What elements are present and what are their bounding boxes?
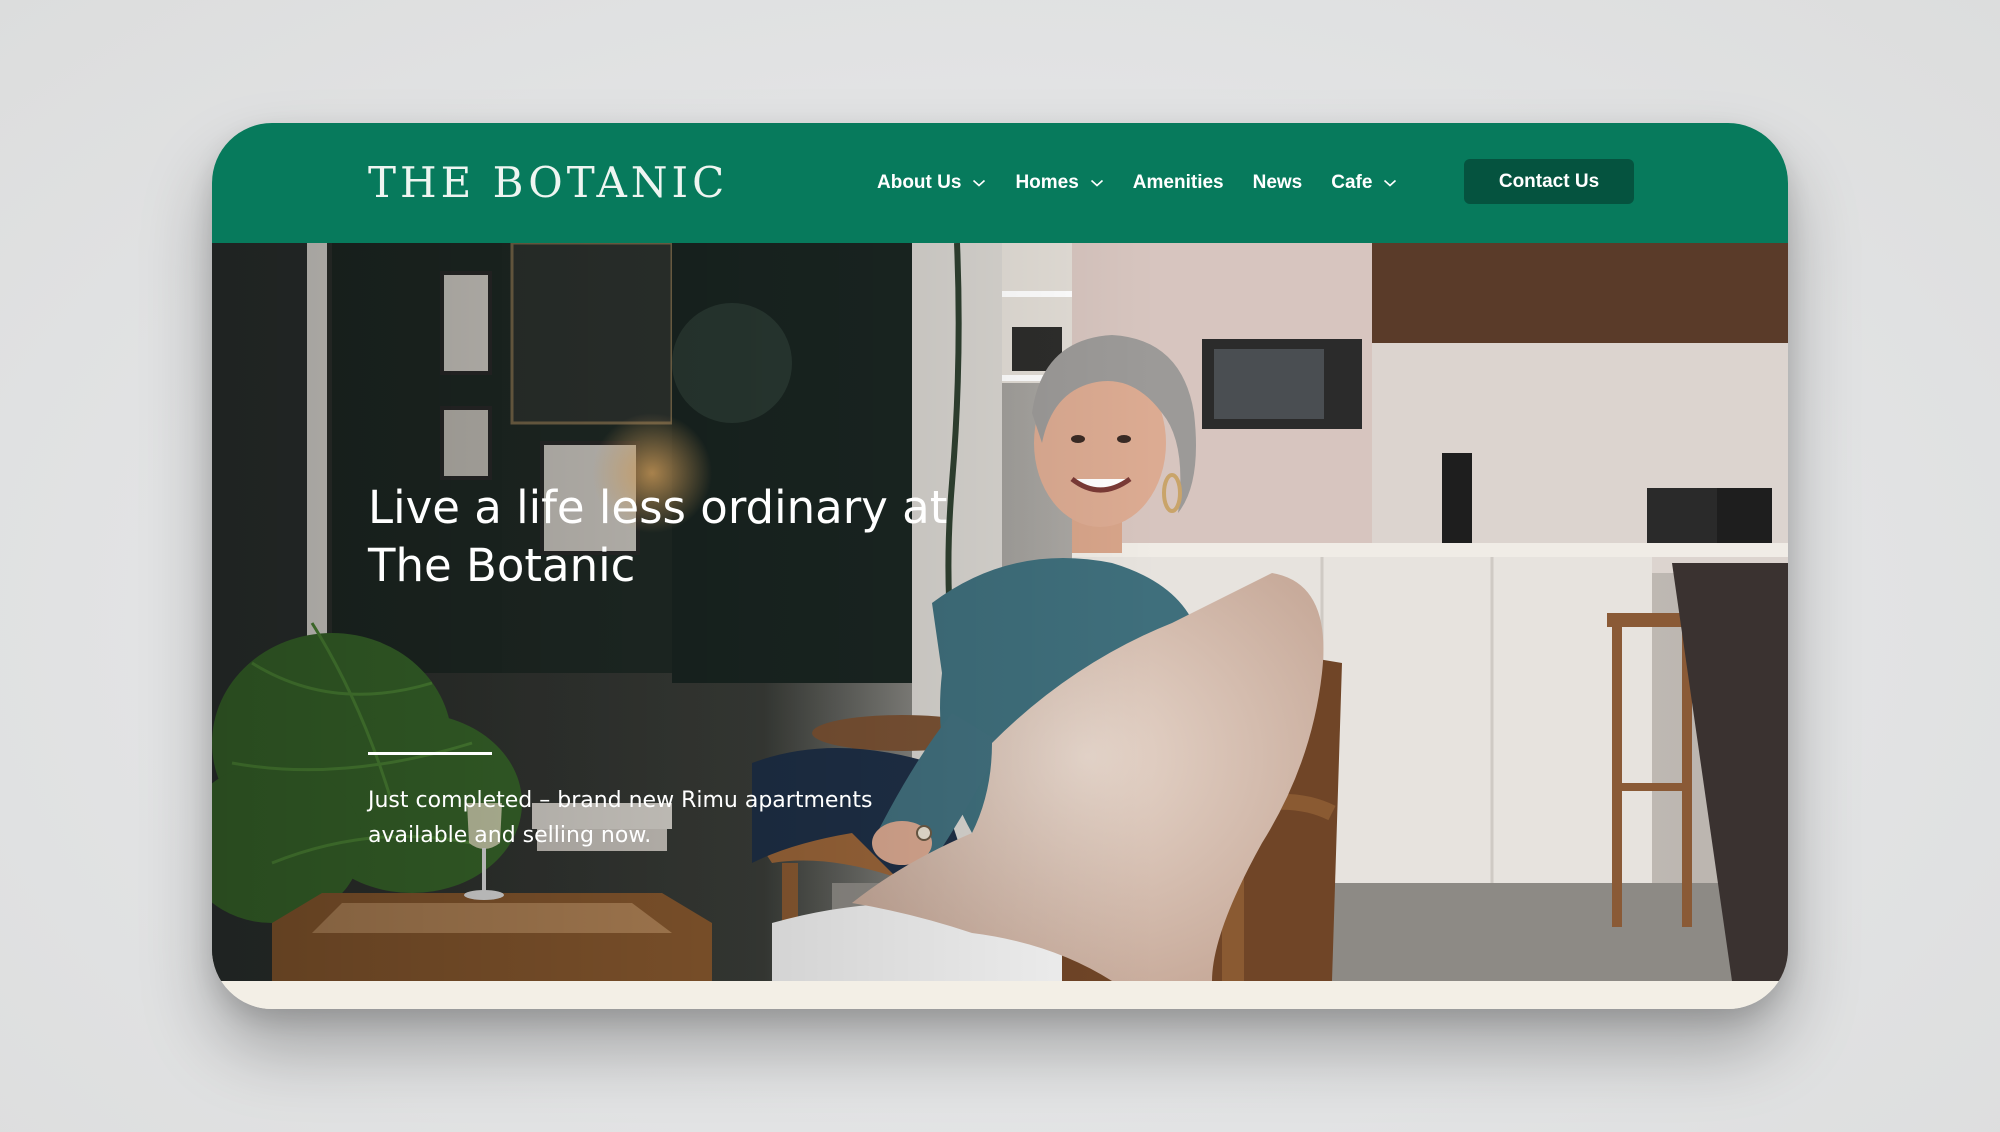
- chevron-down-icon: [1384, 179, 1397, 187]
- hero-overlay: [212, 243, 1788, 981]
- website-preview-card: THE BOTANIC About Us Homes Amenities New…: [212, 123, 1788, 1009]
- site-header: THE BOTANIC About Us Homes Amenities New…: [212, 123, 1788, 243]
- nav-item-label: About Us: [877, 172, 962, 193]
- nav-item-news[interactable]: News: [1253, 172, 1303, 194]
- nav-item-label: News: [1252, 172, 1303, 193]
- hero-headline: Live a life less ordinary at The Botanic: [368, 481, 948, 592]
- main-navigation: About Us Homes Amenities News Cafe: [877, 165, 1426, 201]
- nav-item-label: Cafe: [1331, 172, 1373, 193]
- nav-item-about-us[interactable]: About Us: [877, 172, 986, 194]
- hero-divider: [368, 752, 492, 755]
- chevron-down-icon: [1090, 179, 1103, 187]
- page-content-strip: [212, 981, 1788, 1009]
- page-background: THE BOTANIC About Us Homes Amenities New…: [0, 0, 2000, 1132]
- nav-item-homes[interactable]: Homes: [1015, 172, 1103, 194]
- site-logo[interactable]: THE BOTANIC: [368, 159, 728, 207]
- nav-item-amenities[interactable]: Amenities: [1133, 172, 1224, 194]
- chevron-down-icon: [973, 179, 986, 187]
- hero-banner: Live a life less ordinary at The Botanic…: [212, 243, 1788, 981]
- nav-item-label: Amenities: [1132, 172, 1224, 193]
- nav-item-cafe[interactable]: Cafe: [1331, 172, 1397, 194]
- nav-item-label: Homes: [1015, 172, 1079, 193]
- hero-subtext: Just completed – brand new Rimu apartmen…: [368, 788, 873, 848]
- contact-us-button[interactable]: Contact Us: [1464, 159, 1634, 204]
